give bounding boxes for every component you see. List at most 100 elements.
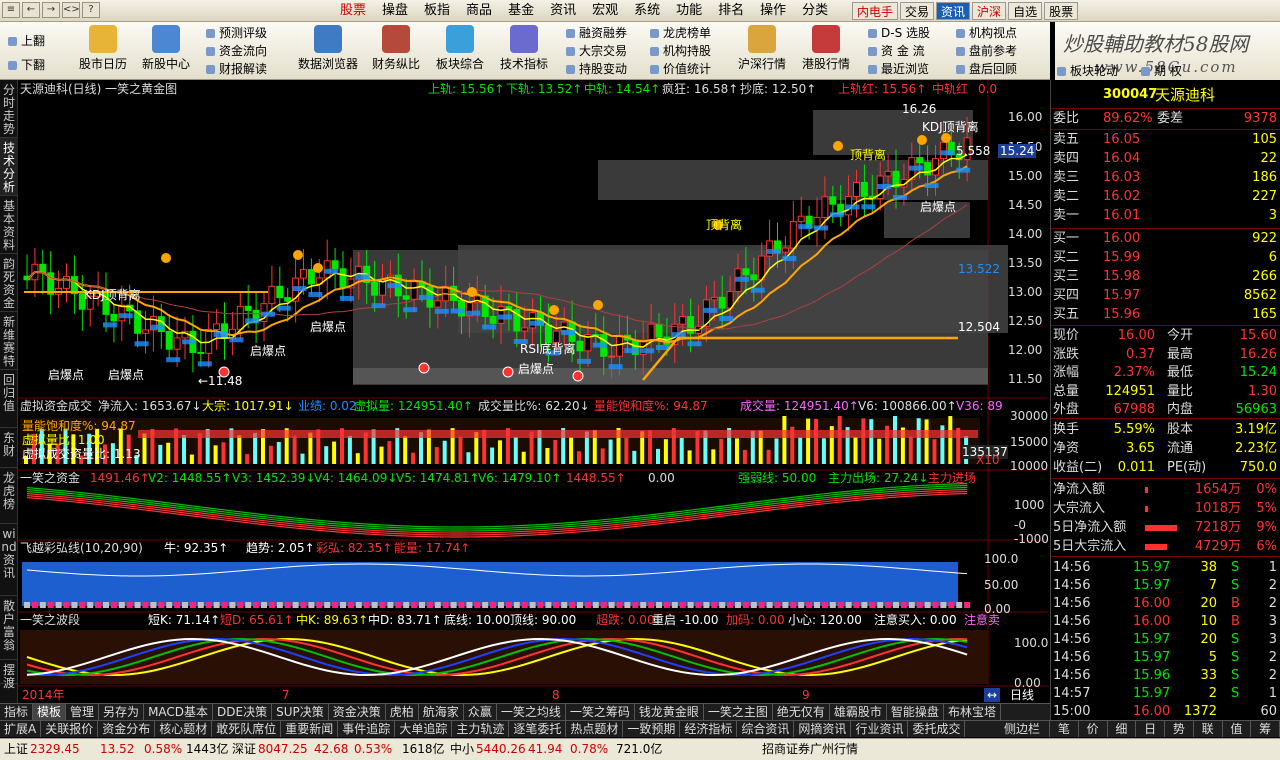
menu-board[interactable]: 板指 — [416, 0, 458, 22]
menu-trade[interactable]: 操盘 — [374, 0, 416, 22]
vtab-intraday[interactable]: 分时走势 — [0, 80, 18, 138]
vtab-regression[interactable]: 回归值 — [0, 370, 18, 428]
indicator-tab[interactable]: 一笑之筹码 — [566, 704, 635, 720]
tab-stocks[interactable]: 股票 — [1044, 2, 1079, 20]
bid-row[interactable]: 买一 16.00 922 — [1051, 230, 1280, 248]
indicator-tab[interactable]: 指标 — [0, 704, 34, 720]
vtab-ferry[interactable]: 摆渡 — [0, 660, 18, 690]
period-label[interactable]: 日线 — [1010, 688, 1034, 702]
info-tab[interactable]: 关联报价 — [41, 721, 99, 737]
indicator-tab[interactable]: 众赢 — [464, 704, 497, 720]
options-link[interactable]: 期 权 — [1141, 62, 1182, 80]
post-market-link[interactable]: 盘后回顾 — [956, 60, 1017, 78]
info-tab[interactable]: 主力轨迹 — [452, 721, 510, 737]
info-tab[interactable]: 核心题材 — [155, 721, 213, 737]
financial-compare-button[interactable]: 财务纵比 — [368, 25, 424, 72]
indicator-tab[interactable]: DDE决策 — [213, 704, 273, 720]
detail-tab[interactable]: 筹 — [1251, 721, 1280, 737]
detail-tab[interactable]: 日 — [1136, 721, 1165, 737]
sidebar-button[interactable]: 侧边栏 — [1000, 720, 1050, 737]
info-tab[interactable]: 综合资讯 — [737, 721, 795, 737]
margin-trading-link[interactable]: 融资融券 — [566, 24, 627, 42]
forecast-rating-link[interactable]: 预测评级 — [206, 24, 267, 42]
hushen-quote-button[interactable]: 沪深行情 — [734, 25, 790, 72]
info-tab[interactable]: 热点题材 — [566, 721, 624, 737]
data-browser-button[interactable]: 数据浏览器 — [294, 25, 362, 72]
info-tab[interactable]: 经济指标 — [680, 721, 738, 737]
ipo-center-button[interactable]: 新股中心 — [138, 25, 194, 72]
code-icon[interactable]: <> — [62, 2, 80, 18]
info-tab[interactable]: 一致预期 — [623, 721, 681, 737]
indicator-tab[interactable]: 钱龙黄金眼 — [635, 704, 704, 720]
detail-tab[interactable]: 价 — [1079, 721, 1108, 737]
indicator-tab[interactable]: 一笑之均线 — [497, 704, 566, 720]
detail-tab[interactable]: 联 — [1194, 721, 1223, 737]
page-up-button[interactable]: 上翻 — [8, 32, 45, 50]
menu-stocks[interactable]: 股票 — [332, 0, 374, 22]
detail-tab[interactable]: 势 — [1165, 721, 1194, 737]
detail-tab[interactable]: 笔 — [1050, 721, 1079, 737]
detail-tab[interactable]: 值 — [1223, 721, 1252, 737]
menu-icon[interactable]: ≡ — [2, 2, 20, 18]
info-tab[interactable]: 委托成交 — [908, 721, 966, 737]
tab-watchlist[interactable]: 自选 — [1008, 2, 1043, 20]
sector-rotation-link[interactable]: 板块轮动 — [1057, 62, 1118, 80]
vtab-profile[interactable]: 基本资料 — [0, 196, 18, 254]
forward-icon[interactable]: → — [42, 2, 60, 18]
stock-calendar-button[interactable]: 股市日历 — [76, 25, 130, 72]
menu-operation[interactable]: 操作 — [752, 0, 794, 22]
chart-nav-arrow[interactable]: ↔ — [984, 688, 1001, 702]
tech-indicator-button[interactable]: 技术指标 — [496, 25, 552, 72]
tab-inner-trade[interactable]: 内电手 — [852, 2, 899, 20]
inst-view-link[interactable]: 机构视点 — [956, 24, 1017, 42]
ask-row[interactable]: 卖二 16.02 227 — [1051, 188, 1280, 206]
indicator-tab[interactable]: 另存为 — [99, 704, 145, 720]
indicator-tab[interactable]: SUP决策 — [272, 704, 329, 720]
vtab-technical[interactable]: 技术分析 — [0, 138, 18, 196]
recent-browse-link[interactable]: 最近浏览 — [868, 60, 929, 78]
menu-commodity[interactable]: 商品 — [458, 0, 500, 22]
page-down-button[interactable]: 下翻 — [8, 56, 45, 74]
vtab-eastmoney[interactable]: 东财 — [0, 428, 18, 468]
pre-market-link[interactable]: 盘前参考 — [956, 42, 1017, 60]
indicator-tab[interactable]: 一笑之主图 — [704, 704, 773, 720]
menu-news[interactable]: 资讯 — [542, 0, 584, 22]
fund-flow-link[interactable]: 资金流向 — [206, 42, 267, 60]
vtab-wind[interactable]: wind资讯 — [0, 524, 18, 596]
indicator-tab[interactable]: 资金决策 — [329, 704, 386, 720]
indicator-tab[interactable]: 雄霸股市 — [830, 704, 887, 720]
info-tab[interactable]: 逐笔委托 — [509, 721, 567, 737]
indicator-tab[interactable]: MACD基本 — [144, 704, 214, 720]
holding-change-link[interactable]: 持股变动 — [566, 60, 627, 78]
tab-trade[interactable]: 交易 — [900, 2, 935, 20]
hk-quote-button[interactable]: 港股行情 — [798, 25, 854, 72]
indicator-tab[interactable]: 航海家 — [419, 704, 464, 720]
sector-overview-button[interactable]: 板块综合 — [432, 25, 488, 72]
info-tab[interactable]: 行业资讯 — [851, 721, 909, 737]
menu-category[interactable]: 分类 — [794, 0, 836, 22]
indicator-tab[interactable]: 模板 — [33, 704, 67, 720]
ask-row[interactable]: 卖四 16.04 22 — [1051, 150, 1280, 168]
capital-flow-link[interactable]: 资 金 流 — [868, 42, 925, 60]
help-icon[interactable]: ? — [82, 2, 100, 18]
menu-function[interactable]: 功能 — [668, 0, 710, 22]
indicator-tab[interactable]: 布林宝塔 — [944, 704, 1001, 720]
menu-ranking[interactable]: 排名 — [710, 0, 752, 22]
indicator-tab[interactable]: 虎柏 — [386, 704, 419, 720]
info-tab[interactable]: 网摘资讯 — [794, 721, 852, 737]
ds-select-link[interactable]: D-S 选股 — [868, 24, 930, 42]
bid-row[interactable]: 买二 15.99 6 — [1051, 249, 1280, 267]
indicator-tab[interactable]: 绝无仅有 — [773, 704, 830, 720]
vtab-dragon-tiger[interactable]: 龙虎榜 — [0, 468, 18, 524]
info-tab[interactable]: 重要新闻 — [281, 721, 339, 737]
indicator-tab[interactable]: 智能操盘 — [887, 704, 944, 720]
ask-row[interactable]: 卖一 16.01 3 — [1051, 207, 1280, 225]
menu-fund[interactable]: 基金 — [500, 0, 542, 22]
bid-row[interactable]: 买四 15.97 8562 — [1051, 287, 1280, 305]
institution-holding-link[interactable]: 机构持股 — [650, 42, 711, 60]
info-tab[interactable]: 事件追踪 — [338, 721, 396, 737]
info-tab[interactable]: 大单追踪 — [395, 721, 453, 737]
menu-system[interactable]: 系统 — [626, 0, 668, 22]
info-tab[interactable]: 敢死队席位 — [212, 721, 282, 737]
vtab-dare-fund[interactable]: 韵死资金 — [0, 254, 18, 312]
